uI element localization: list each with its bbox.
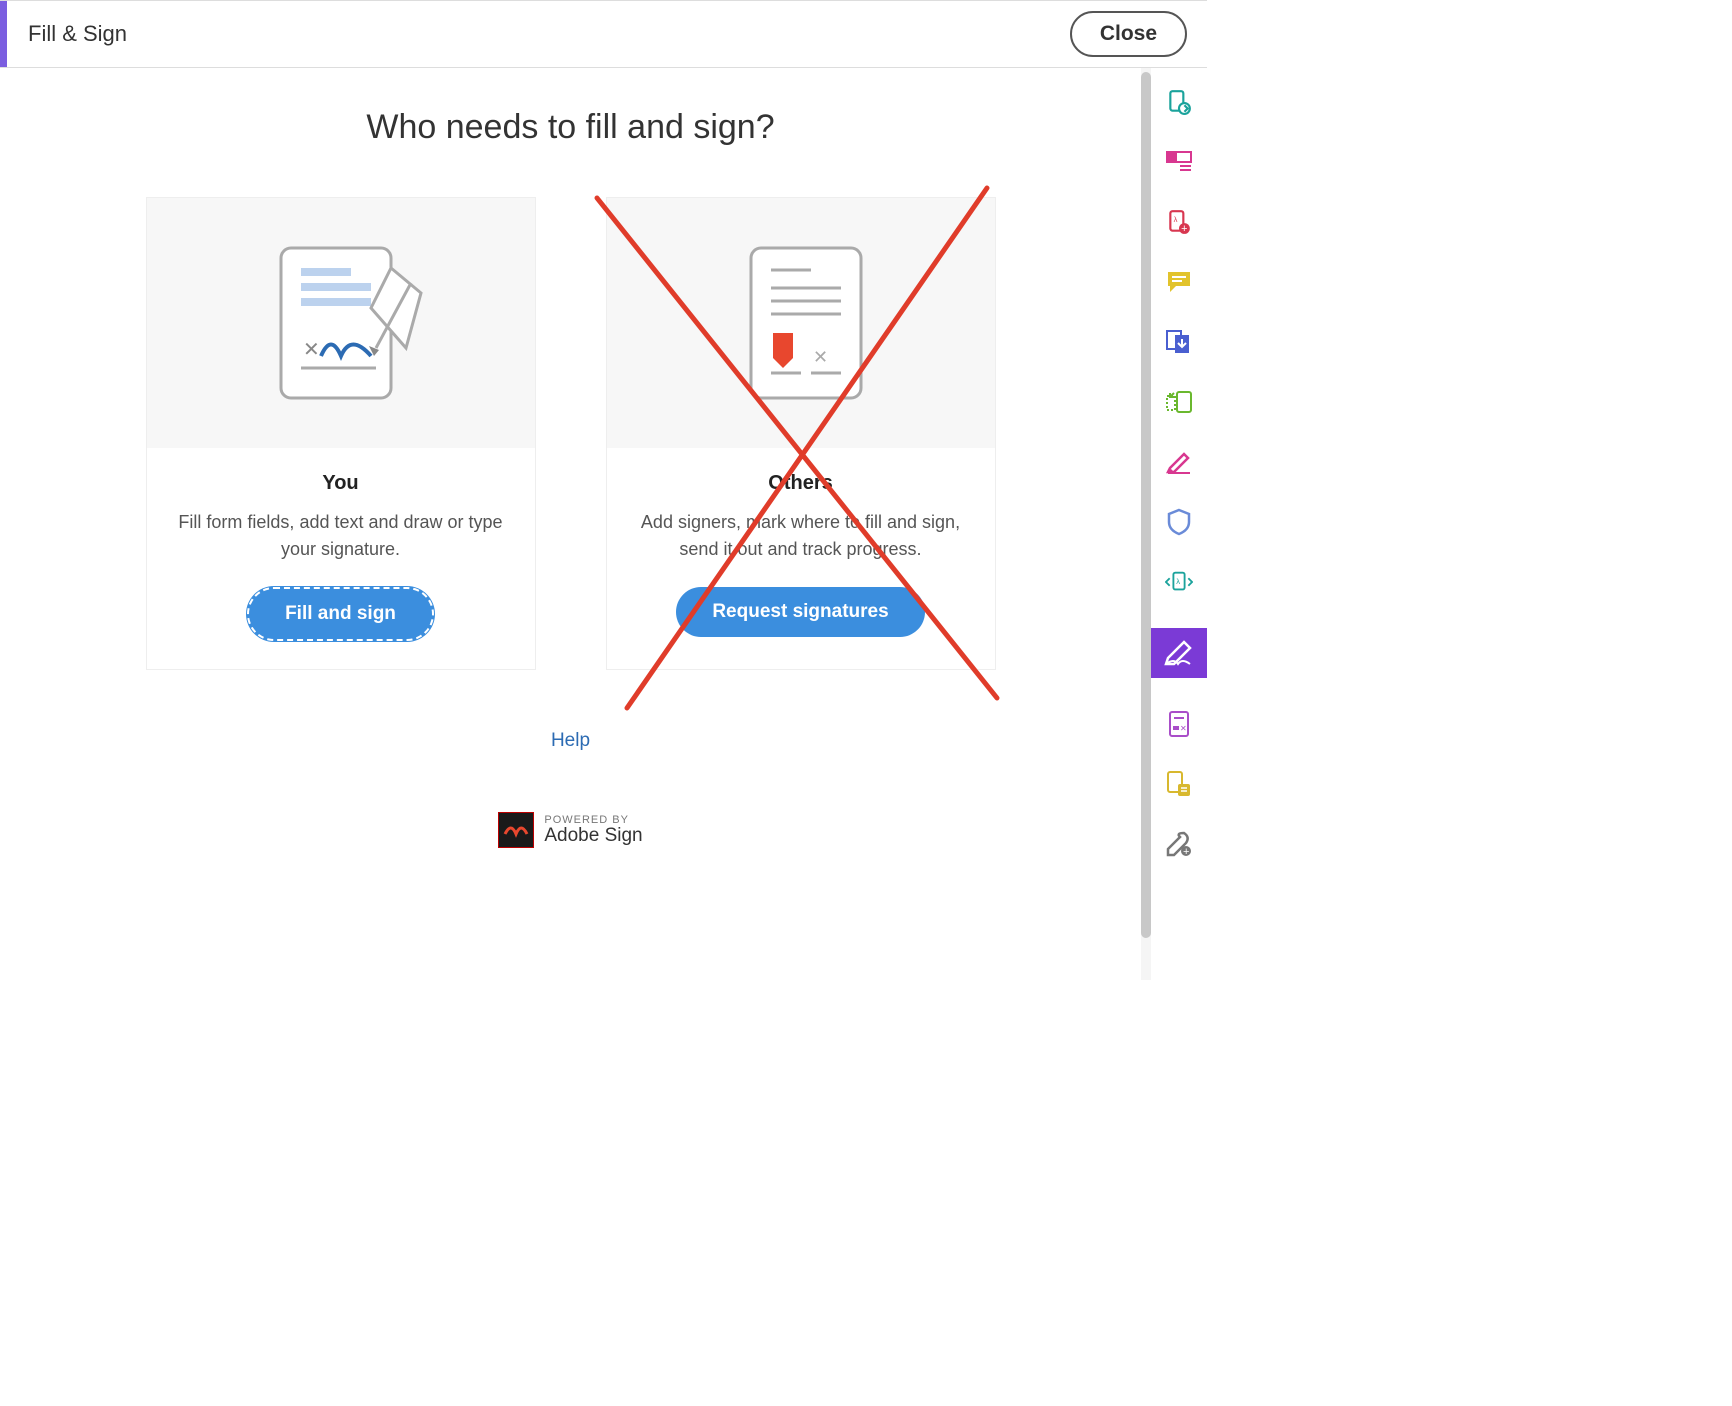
cards-row: ✕ You Fill form fields, add text and dra…: [20, 197, 1121, 670]
fill-sign-icon[interactable]: [1151, 628, 1207, 678]
page-title: Fill & Sign: [28, 21, 127, 47]
footer-powered-label: POWERED BY: [544, 814, 642, 826]
card-you-title: You: [171, 472, 511, 495]
svg-text:+: +: [1181, 223, 1187, 235]
adobe-sign-logo-icon: [498, 812, 534, 848]
svg-text:✕: ✕: [813, 347, 828, 367]
footer: POWERED BY Adobe Sign: [20, 812, 1121, 848]
card-you[interactable]: ✕ You Fill form fields, add text and dra…: [146, 197, 536, 670]
export-pdf-icon[interactable]: [1165, 88, 1193, 116]
right-toolbar: λ+ λ ✕: [1151, 68, 1207, 980]
share-download-icon[interactable]: [1165, 328, 1193, 356]
scrollbar-thumb[interactable]: [1141, 72, 1151, 938]
layout-icon[interactable]: [1165, 148, 1193, 176]
edit-pen-icon[interactable]: [1165, 448, 1193, 476]
close-button[interactable]: Close: [1070, 11, 1187, 57]
tools-icon[interactable]: +: [1165, 830, 1193, 858]
card-others[interactable]: ✕ Others Add signers, mark where to fill…: [606, 197, 996, 670]
comment-icon[interactable]: [1165, 268, 1193, 296]
card-others-illustration: ✕: [607, 198, 995, 448]
redact-icon[interactable]: ✕: [1165, 710, 1193, 738]
main-panel: Who needs to fill and sign? ✕: [0, 68, 1141, 980]
svg-text:+: +: [1183, 846, 1189, 857]
svg-text:✕: ✕: [303, 339, 320, 361]
help-link[interactable]: Help: [20, 730, 1121, 752]
footer-brand: Adobe Sign: [544, 826, 642, 847]
main-heading: Who needs to fill and sign?: [20, 108, 1121, 147]
request-signatures-button[interactable]: Request signatures: [676, 587, 924, 637]
card-others-title: Others: [631, 472, 971, 495]
card-you-illustration: ✕: [147, 198, 535, 448]
header-accent: [0, 1, 7, 67]
compare-icon[interactable]: [1165, 770, 1193, 798]
svg-text:✕: ✕: [1180, 724, 1187, 733]
svg-text:λ: λ: [1176, 577, 1180, 586]
shield-icon[interactable]: [1165, 508, 1193, 536]
card-others-desc: Add signers, mark where to fill and sign…: [631, 509, 971, 563]
page-handle-icon[interactable]: λ: [1165, 568, 1193, 596]
scrollbar[interactable]: [1141, 68, 1151, 980]
device-icon[interactable]: [1165, 388, 1193, 416]
create-pdf-icon[interactable]: λ+: [1165, 208, 1193, 236]
header-bar: Fill & Sign Close: [0, 0, 1207, 68]
fill-and-sign-button[interactable]: Fill and sign: [247, 587, 434, 641]
card-you-desc: Fill form fields, add text and draw or t…: [171, 509, 511, 563]
svg-text:λ: λ: [1174, 215, 1178, 224]
